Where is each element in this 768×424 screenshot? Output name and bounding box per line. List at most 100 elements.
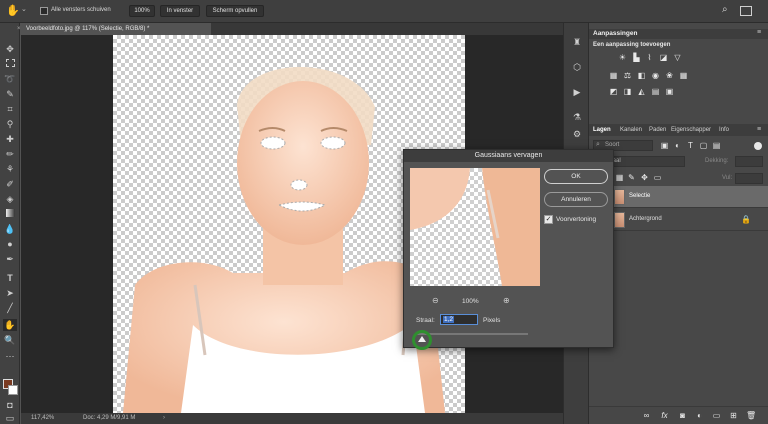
tab-channels[interactable]: Kanalen xyxy=(620,127,642,133)
lock-artboard-icon[interactable]: ▭ xyxy=(653,173,662,182)
ok-button[interactable]: OK xyxy=(544,169,608,184)
panel-menu-icon[interactable]: ≡ xyxy=(757,29,761,36)
radius-unit-label: Pixels xyxy=(483,317,501,324)
tab-paths[interactable]: Paden xyxy=(649,127,666,133)
radius-slider-track[interactable] xyxy=(416,333,528,335)
color-balance-icon[interactable]: ⚖ xyxy=(623,71,632,80)
levels-icon[interactable]: ▙ xyxy=(632,53,641,62)
dodge-tool-icon[interactable]: ● xyxy=(3,238,17,250)
opacity-field[interactable] xyxy=(735,156,763,167)
new-group-icon[interactable]: ▭ xyxy=(712,411,721,420)
layer-name[interactable]: Selectie xyxy=(629,193,650,199)
filter-toggle[interactable] xyxy=(754,142,762,150)
gradient-tool-icon[interactable] xyxy=(3,208,17,220)
blur-preview[interactable] xyxy=(410,168,540,286)
invert-icon[interactable]: ◩ xyxy=(609,87,618,96)
healing-brush-tool-icon[interactable]: ✚ xyxy=(3,133,17,145)
preview-checkbox[interactable]: ✓ xyxy=(544,215,553,224)
gaussian-blur-dialog: Gaussiaans vervagen OK Annuleren ✓ Voorv… xyxy=(403,149,614,350)
layer-style-icon[interactable]: fx xyxy=(660,411,669,420)
tab-info[interactable]: Info xyxy=(719,127,729,133)
lock-pixels-icon[interactable]: ▦ xyxy=(615,173,624,182)
channel-mixer-icon[interactable]: ❀ xyxy=(665,71,674,80)
background-color-swatch[interactable] xyxy=(8,385,18,395)
layer-row[interactable]: 👁 Achtergrond 🔒 xyxy=(589,209,768,231)
workspace-icon[interactable] xyxy=(740,6,752,16)
brush-tool-icon[interactable]: ✏ xyxy=(3,148,17,160)
fill-screen-button[interactable]: Scherm opvullen xyxy=(206,5,264,17)
options-bar: ✋ ⌄ Alle vensters schuiven 100% In venst… xyxy=(0,0,768,23)
filter-type-icon[interactable]: T xyxy=(686,141,695,150)
selective-color-icon[interactable]: ▣ xyxy=(665,87,674,96)
more-tools-icon[interactable]: ⋯ xyxy=(3,350,17,362)
quick-mask-icon[interactable]: ◘ xyxy=(3,399,17,411)
search-icon[interactable]: ⌕ xyxy=(722,4,728,15)
brightness-icon[interactable]: ☀ xyxy=(618,53,627,62)
vibrance-icon[interactable]: ▽ xyxy=(673,53,682,62)
line-tool-icon[interactable]: ╱ xyxy=(3,302,17,314)
fill-field[interactable] xyxy=(735,173,763,184)
tab-layers[interactable]: Lagen xyxy=(593,127,611,133)
panel-menu-icon[interactable]: ≡ xyxy=(757,126,761,133)
zoom-tool-icon[interactable]: 🔍 xyxy=(3,334,17,346)
black-white-icon[interactable]: ◧ xyxy=(637,71,646,80)
radius-input[interactable]: 1,2 xyxy=(440,314,478,325)
zoom-out-icon[interactable]: ⊖ xyxy=(432,296,439,305)
type-tool-icon[interactable]: T xyxy=(3,272,17,284)
zoom-in-icon[interactable]: ⊕ xyxy=(503,296,510,305)
brush-settings-icon[interactable]: ⚗ xyxy=(570,111,584,123)
pen-tool-icon[interactable]: ✒ xyxy=(3,253,17,265)
cube-3d-icon[interactable]: ⬡ xyxy=(570,61,584,73)
history-brush-tool-icon[interactable]: ✐ xyxy=(3,178,17,190)
fit-screen-button[interactable]: In venster xyxy=(160,5,200,17)
new-layer-icon[interactable]: ⊞ xyxy=(729,411,738,420)
blur-tool-icon[interactable]: 💧 xyxy=(3,223,17,235)
filter-pixel-icon[interactable]: ▣ xyxy=(660,141,669,150)
crop-tool-icon[interactable]: ⌗ xyxy=(3,103,17,115)
dialog-title: Gaussiaans vervagen xyxy=(404,150,613,162)
path-selection-tool-icon[interactable]: ➤ xyxy=(3,287,17,299)
eraser-tool-icon[interactable]: ◈ xyxy=(3,193,17,205)
hand-tool-active-icon[interactable]: ✋ xyxy=(3,319,17,331)
gradient-map-icon[interactable]: ▤ xyxy=(651,87,660,96)
sliders-icon[interactable]: ⚙ xyxy=(570,128,584,140)
lock-position-icon[interactable]: ✥ xyxy=(640,173,649,182)
threshold-icon[interactable]: ◭ xyxy=(637,87,646,96)
stamp-panel-icon[interactable]: ♜ xyxy=(570,36,584,48)
posterize-icon[interactable]: ◨ xyxy=(623,87,632,96)
new-adjustment-icon[interactable]: ◐ xyxy=(695,411,704,420)
filter-adjustment-icon[interactable]: ◐ xyxy=(673,141,682,150)
color-lookup-icon[interactable]: ▦ xyxy=(679,71,688,80)
scroll-all-windows-checkbox[interactable] xyxy=(40,7,48,15)
trash-icon[interactable]: 🗑 xyxy=(746,411,756,420)
lock-draw-icon[interactable]: ✎ xyxy=(627,173,636,182)
hand-tool-icon[interactable]: ✋ xyxy=(6,4,20,18)
clone-stamp-tool-icon[interactable]: ⚘ xyxy=(3,163,17,175)
chevron-down-icon[interactable]: ⌄ xyxy=(21,5,27,13)
opacity-label: Dekking: xyxy=(705,158,729,164)
document-tab[interactable]: Voorbeeldfoto.jpg @ 117% (Selectie, RGB/… xyxy=(17,23,211,35)
layer-name[interactable]: Achtergrond xyxy=(629,216,662,222)
cancel-button[interactable]: Annuleren xyxy=(544,192,608,207)
move-tool-icon[interactable]: ✥ xyxy=(3,43,17,55)
hue-saturation-icon[interactable]: ▦ xyxy=(609,71,618,80)
quick-selection-tool-icon[interactable]: ✎ xyxy=(3,88,17,100)
chevron-right-icon[interactable]: › xyxy=(163,413,165,424)
zoom-readout[interactable]: 117,42% xyxy=(31,413,54,424)
photo-filter-icon[interactable]: ◉ xyxy=(651,71,660,80)
layer-row[interactable]: 👁 Selectie xyxy=(589,186,768,208)
lasso-tool-icon[interactable]: ➰ xyxy=(3,73,17,85)
filter-smart-icon[interactable]: ▤ xyxy=(712,141,721,150)
exposure-icon[interactable]: ◪ xyxy=(659,53,668,62)
link-layers-icon[interactable]: ∞ xyxy=(642,411,651,420)
close-icon[interactable]: × xyxy=(17,23,21,35)
filter-shape-icon[interactable]: ▢ xyxy=(699,141,708,150)
eyedropper-tool-icon[interactable]: ⚲ xyxy=(3,118,17,130)
curves-icon[interactable]: ⌇ xyxy=(645,53,654,62)
zoom-100-button[interactable]: 100% xyxy=(129,5,155,17)
add-mask-icon[interactable]: ◙ xyxy=(678,411,687,420)
tab-properties[interactable]: Eigenschapper xyxy=(671,127,711,133)
play-actions-icon[interactable]: ▶ xyxy=(570,86,584,98)
marquee-tool-icon[interactable] xyxy=(3,58,17,70)
screen-mode-icon[interactable]: ▭ xyxy=(3,412,17,424)
